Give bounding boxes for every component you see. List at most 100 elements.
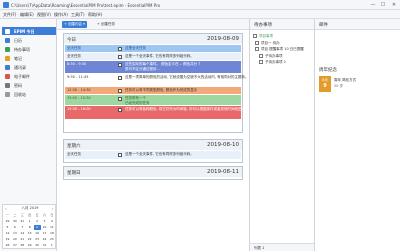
todo-checkbox[interactable] [259, 60, 263, 64]
calendar-day[interactable]: 25 [48, 237, 55, 242]
event-row[interactable]: 全天任务 这是一个全天事件, 它也有同样多列组代码。 [65, 53, 241, 60]
todo-item[interactable]: 子待办事项 2 [259, 59, 319, 65]
menu-view[interactable]: 视图(V) [37, 12, 51, 18]
maximize-button[interactable]: ☐ [378, 1, 388, 9]
anniversary-badge: 8月 9 [319, 76, 331, 92]
todo-checkbox[interactable] [255, 40, 259, 45]
todo-item[interactable]: 子待办事项 [259, 53, 319, 59]
calendar-day[interactable]: 11 [48, 225, 55, 230]
event-text: 这是一个全天事件, 它也有同样多列组代码。 [125, 54, 194, 58]
calendar-day[interactable]: 12 [4, 231, 11, 236]
todo-checkbox[interactable] [259, 53, 263, 58]
calendar-day[interactable]: 30 [34, 243, 41, 248]
calendar-day[interactable]: 5 [4, 225, 11, 230]
day-today: 今日 2019-08-09 全天任务 这是全天任务 全天任务 这是一个全天事件, 它也… [63, 33, 259, 133]
calendar-day[interactable]: 19 [4, 237, 11, 242]
calendar-day[interactable]: 9 [33, 225, 41, 230]
calendar-day[interactable]: 8 [26, 225, 33, 230]
event-row[interactable]: 15:00 - 15:30 任务带有一个 已经完成的任务 [65, 95, 241, 105]
calendar-day[interactable]: 31 [41, 243, 48, 248]
event-row[interactable]: 全天任务 这是一个全天事件, 它也有同样多列组代码。 [65, 151, 241, 159]
close-button[interactable]: ✕ [389, 1, 399, 9]
event-checkbox[interactable] [118, 96, 122, 101]
sidebar-item-notes[interactable]: 笔记 [2, 54, 56, 62]
sidebar-item-today[interactable]: EPIM 今日 [2, 27, 56, 35]
sidebar-item-contacts[interactable]: 通讯录 [2, 63, 56, 71]
calendar-day[interactable]: 4 [48, 219, 55, 224]
calendar-day[interactable]: 29 [26, 243, 33, 248]
todo-checkbox[interactable] [255, 47, 259, 51]
event-checkbox[interactable] [118, 62, 122, 67]
calendar-day[interactable]: 1 [48, 243, 55, 248]
event-checkbox[interactable] [118, 88, 122, 93]
calendar-day[interactable]: 17 [41, 231, 48, 236]
day-date: 2019-08-11 [207, 169, 239, 175]
today-view: + 创建约会 ▾ + 创建任务 今日 2019-08-09 全天任务 这是全天任务… [57, 19, 259, 251]
todo-item[interactable]: 项目事项 [253, 33, 313, 39]
todo-list-tab[interactable]: 列表 1 [254, 246, 264, 251]
calendar-day[interactable]: 28 [19, 243, 26, 248]
event-checkbox[interactable] [118, 54, 122, 59]
todo-item[interactable]: 项目一 待办 [255, 40, 315, 46]
calendar-day[interactable]: 23 [34, 237, 41, 242]
event-time: 8:30 - 9:30 [67, 62, 87, 66]
calendar-day[interactable]: 16 [34, 231, 41, 236]
new-appointment-button[interactable]: + 创建约会 ▾ [62, 21, 87, 28]
sidebar-item-todo[interactable]: 待办事项 [2, 45, 56, 53]
sidebar-item-calendar[interactable]: 日历 [2, 36, 56, 44]
calendar-day[interactable]: 6 [11, 225, 18, 230]
calendar-day[interactable]: 22 [26, 237, 33, 242]
sidebar-item-label: EPIM 今日 [14, 29, 35, 34]
sidebar-item-email[interactable]: 电子邮件 [2, 72, 56, 80]
calendar-day[interactable]: 10 [41, 225, 48, 230]
calendar-day[interactable]: 15 [26, 231, 33, 236]
todo-checkbox[interactable] [253, 34, 257, 38]
title-bar: C:\Users\7\AppData\Roaming\EssentialPIM … [0, 0, 400, 10]
day-sunday: 星期日 2019-08-11 [63, 166, 243, 180]
new-task-button[interactable]: + 创建任务 [95, 21, 117, 28]
calendar-day[interactable]: 7 [19, 225, 26, 230]
day-name: 星期日 [67, 171, 81, 176]
event-checkbox[interactable] [118, 107, 122, 112]
event-row[interactable]: 全天任务 这是全天任务 [65, 45, 241, 52]
event-row[interactable]: 12:30 - 14:30 任务可以有不同类型颜色, 颜色作为完成的显示 [65, 87, 241, 94]
today-icon [5, 28, 10, 34]
anniversary-item[interactable]: 8月 9 周年 简化方式 20 岁 [319, 76, 397, 96]
event-row[interactable]: 9:30 - 11:45 这是一项简单的颜色的活动, 它就设置为空缺不大的活动内,… [65, 74, 248, 86]
todo-item[interactable]: 项目 提醒事项 10 日已提醒 [255, 46, 315, 52]
day-header: 星期日 2019-08-11 [64, 167, 242, 177]
todo-header: 待办事项 [250, 19, 314, 30]
event-time: 全天任务 [67, 46, 81, 50]
menu-file[interactable]: 文件(F) [3, 12, 16, 18]
calendar-day[interactable]: 29 [4, 219, 11, 224]
minimize-button[interactable]: — [368, 1, 378, 9]
calendar-day[interactable]: 18 [48, 231, 55, 236]
menu-tools[interactable]: 工具(T) [71, 12, 85, 18]
trash-icon [5, 91, 10, 97]
calendar-day[interactable]: 24 [41, 237, 48, 242]
event-text: 这是一个全天事件, 它也有同样多列组代码。 [125, 152, 194, 156]
calendar-day[interactable]: 26 [4, 243, 11, 248]
calendar-day[interactable]: 27 [11, 243, 18, 248]
next-month-button[interactable]: › [52, 206, 54, 211]
calendar-day[interactable]: 21 [19, 237, 26, 242]
sidebar-item-trash[interactable]: 回收站 [2, 90, 56, 98]
calendar-day[interactable]: 13 [11, 231, 18, 236]
calendar-day[interactable]: 14 [19, 231, 26, 236]
event-checkbox[interactable] [118, 152, 122, 157]
calendar-day[interactable]: 3 [41, 219, 48, 224]
calendar-day[interactable]: 31 [19, 219, 26, 224]
menu-help[interactable]: 帮助(H) [88, 12, 102, 18]
event-row[interactable]: 8:30 - 9:30 这些实际的每个事件。 颜色定义在... 颜色共分 7 类可不… [65, 61, 241, 73]
calendar-day[interactable]: 30 [11, 219, 18, 224]
calendar-day[interactable]: 20 [11, 237, 18, 242]
event-row[interactable]: 15:30 - 16:00 任务可以有各种颜色, 将它们作为时间轴, 你可以根据事… [65, 106, 259, 119]
sidebar-item-passwords[interactable]: 密码 [2, 81, 56, 89]
calendar-day[interactable]: 1 [26, 219, 33, 224]
event-checkbox[interactable] [118, 46, 122, 51]
menu-edit[interactable]: 编辑(E) [20, 12, 34, 18]
calendar-day[interactable]: 2 [34, 219, 41, 224]
sidebar-item-label: 日历 [14, 38, 22, 43]
menu-action[interactable]: 操作(A) [54, 12, 68, 18]
event-checkbox[interactable] [118, 75, 122, 80]
